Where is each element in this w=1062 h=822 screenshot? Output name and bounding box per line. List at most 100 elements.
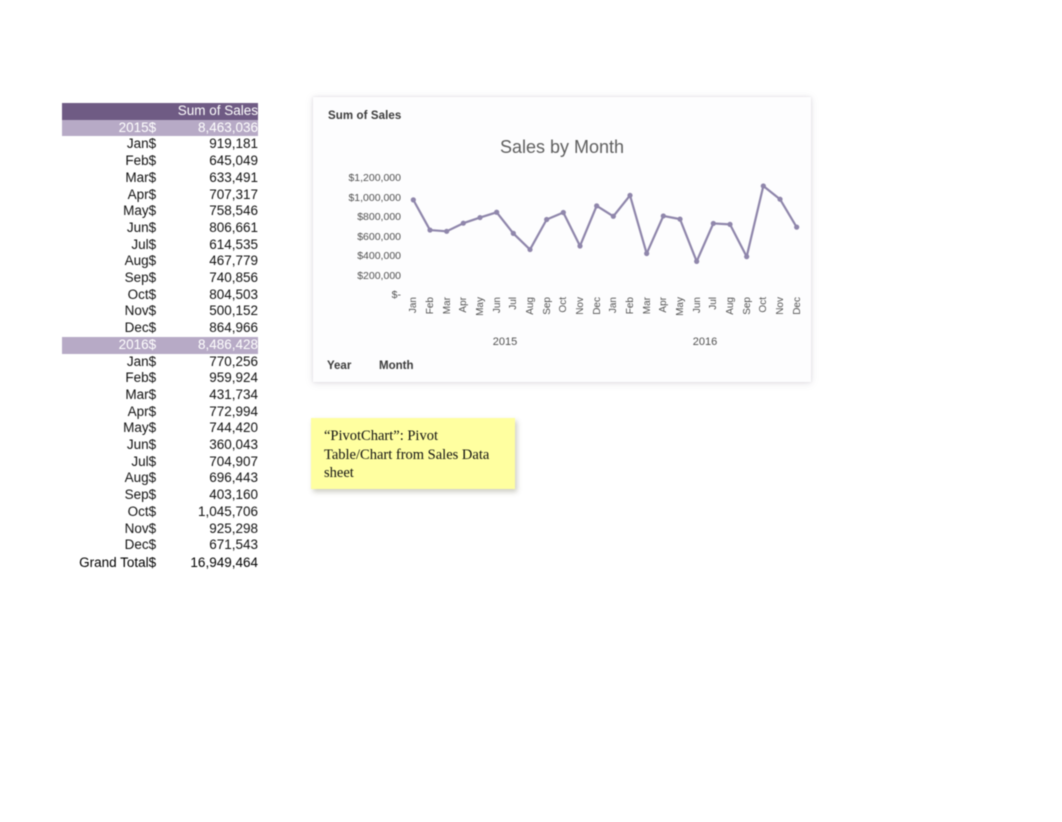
pivot-month-value: 707,317 <box>209 186 258 202</box>
pivot-month-currency: $ <box>148 520 157 536</box>
pivot-month-label: Oct <box>127 503 149 519</box>
pivot-month-label: Aug <box>124 253 149 269</box>
pivot-month-currency: $ <box>148 136 157 152</box>
pivot-month-value: 804,503 <box>209 286 258 302</box>
pivot-table[interactable]: Sum of Sales 2015 $8,463,036 Jan $919,181 Fe… <box>62 103 258 572</box>
pivot-month-value: 925,298 <box>209 520 258 536</box>
pivot-year-total: 8,486,428 <box>197 336 258 352</box>
series-markers <box>410 183 800 264</box>
pivot-month-value: 740,856 <box>209 270 258 286</box>
pivot-year-row: 2015 $8,463,036 <box>62 119 258 137</box>
pivot-month-currency: $ <box>148 487 157 503</box>
pivot-month-value: 696,443 <box>209 470 258 486</box>
chart-x-axis-year-labels: 2015 2016 <box>405 336 805 352</box>
x-tick-label-month: Jul <box>508 297 520 310</box>
pivot-month-label: Jul <box>131 453 149 469</box>
pivot-month-row: Oct $804,503 <box>62 287 258 304</box>
y-tick-label: $800,000 <box>357 211 401 223</box>
x-tick-label-month: Nov <box>775 297 786 315</box>
pivot-month-row: Sep $403,160 <box>62 487 258 504</box>
grand-total-row: Grand Total $ 16,949,464 <box>62 553 258 572</box>
pivot-month-value: 1,045,706 <box>197 503 258 519</box>
pivot-field-buttons: Year Month <box>327 360 439 372</box>
pivot-month-currency: $ <box>148 253 157 269</box>
field-button-month[interactable]: Month <box>379 360 439 372</box>
note-callout-text: “PivotChart”: Pivot Table/Chart from Sal… <box>324 428 490 481</box>
pivot-header-row: Sum of Sales <box>62 103 258 120</box>
chart-x-axis-month-labels: Jan Feb Mar Apr May Jun Jul Aug Sep Oct Nov Dec Jan F… <box>405 297 805 337</box>
data-point-marker <box>794 224 800 230</box>
data-point-marker <box>744 254 750 260</box>
x-tick-label-month: Sep <box>541 297 553 315</box>
pivot-month-label: Jan <box>126 353 149 369</box>
x-tick-label-month: Apr <box>658 297 670 313</box>
pivot-month-label: Aug <box>124 470 149 486</box>
pivot-table-body: Sum of Sales <box>62 103 258 120</box>
pivot-month-currency: $ <box>148 470 157 486</box>
data-point-marker <box>477 214 483 221</box>
pivot-month-value: 772,994 <box>209 403 258 419</box>
x-tick-label-month: Apr <box>458 297 470 313</box>
chart-line-plot <box>410 183 800 264</box>
pivot-month-label: Sep <box>124 487 149 503</box>
grand-total-value: 16,949,464 <box>165 553 258 572</box>
pivot-month-label: Oct <box>127 286 149 302</box>
pivot-month-row: May $758,546 <box>62 203 258 220</box>
pivot-month-currency: $ <box>148 186 157 202</box>
pivot-month-currency: $ <box>148 386 157 402</box>
pivot-month-row: Apr $707,317 <box>62 187 258 204</box>
y-tick-label: $200,000 <box>357 269 401 282</box>
x-tick-label-month: Aug <box>725 297 736 315</box>
pivot-month-row: Feb $645,049 <box>62 153 258 170</box>
data-point-marker <box>710 220 716 227</box>
pivot-month-label: Sep <box>124 270 149 286</box>
pivot-month-currency: $ <box>148 303 157 319</box>
pivot-month-value: 403,160 <box>209 487 258 503</box>
pivot-month-label: Jun <box>126 437 149 453</box>
pivot-month-label: Mar <box>125 169 149 185</box>
pivot-month-value: 744,420 <box>209 420 258 436</box>
pivot-month-value: 500,152 <box>209 303 258 319</box>
data-point-marker <box>594 203 600 209</box>
pivot-month-value: 758,546 <box>209 203 258 219</box>
pivot-month-label: Apr <box>127 186 149 202</box>
pivot-month-row: Nov $925,298 <box>62 521 258 538</box>
pivot-month-currency: $ <box>148 420 157 436</box>
pivot-month-row: Dec $671,543 <box>62 537 258 554</box>
x-tick-label-month: Mar <box>641 297 653 315</box>
x-tick-label-month: Jun <box>691 297 703 314</box>
pivot-month-currency: $ <box>148 437 157 453</box>
pivot-month-currency: $ <box>148 537 157 553</box>
pivot-month-label: Apr <box>127 403 149 419</box>
pivot-month-label: Jul <box>131 236 149 252</box>
x-tick-label-month: Sep <box>741 297 753 315</box>
pivot-month-row: Apr $772,994 <box>62 404 258 421</box>
grand-total-label: Grand Total <box>62 553 149 572</box>
pivot-month-currency: $ <box>148 353 157 369</box>
data-point-marker <box>527 246 533 253</box>
field-button-year[interactable]: Year <box>327 360 379 372</box>
pivot-month-row: Jul $704,907 <box>62 454 258 471</box>
data-point-marker <box>777 196 783 202</box>
pivot-month-value: 806,661 <box>209 219 258 235</box>
data-point-marker <box>444 228 450 234</box>
pivot-month-value: 614,535 <box>209 236 258 252</box>
pivot-month-row: Aug $696,443 <box>62 470 258 487</box>
pivot-chart-panel[interactable]: Sum of Sales Sales by Month $1,200,000 $1… <box>313 97 811 382</box>
pivot-month-label: Dec <box>124 320 149 336</box>
data-point-marker <box>760 183 766 189</box>
pivot-month-label: Feb <box>125 153 149 169</box>
pivot-data-rows: 2015 $8,463,036 Jan $919,181 Feb $645,049 Mar $… <box>62 119 258 555</box>
pivot-header-sum-of-sales: Sum of Sales <box>177 103 258 118</box>
pivot-month-value: 431,734 <box>209 386 258 402</box>
pivot-month-currency: $ <box>148 153 157 169</box>
pivot-month-value: 467,779 <box>209 253 258 269</box>
chart-plot-wrapper: $1,200,000 $1,000,000 $800,000 $600,000 $400… <box>313 97 811 382</box>
pivot-month-currency: $ <box>148 320 157 336</box>
pivot-month-label: Feb <box>125 370 149 386</box>
y-tick-label: $600,000 <box>357 230 401 243</box>
chart-y-axis-labels: $1,200,000 $1,000,000 $800,000 $600,000 $400… <box>327 169 401 306</box>
data-point-marker <box>410 197 416 203</box>
pivot-month-value: 864,966 <box>209 320 258 336</box>
pivot-month-row: Jan $919,181 <box>62 136 258 153</box>
